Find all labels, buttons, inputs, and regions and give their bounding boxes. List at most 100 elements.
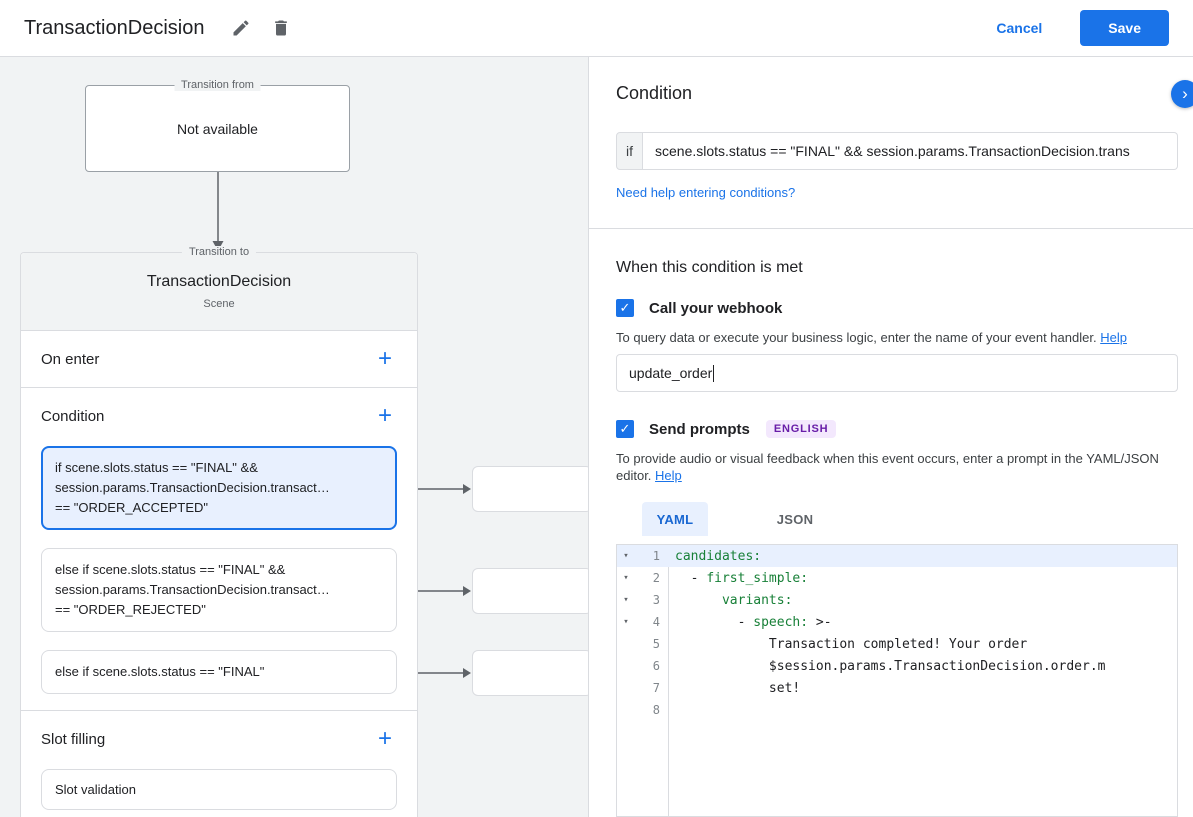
webhook-description-text: To query data or execute your business l… xyxy=(616,330,1097,345)
code-row: ▾1candidates: xyxy=(617,545,1177,567)
topbar-title-area: TransactionDecision xyxy=(24,13,306,43)
condition-section-header: Condition + xyxy=(21,388,417,444)
transition-from-box[interactable]: Transition from Not available xyxy=(85,85,350,172)
fold-toggle-icon[interactable]: ▾ xyxy=(617,595,635,605)
slot-filling-section: Slot filling + Slot validation xyxy=(21,710,417,810)
edit-title-button[interactable] xyxy=(226,13,256,43)
transition-from-value: Not available xyxy=(177,121,258,137)
transition-target-box-3[interactable] xyxy=(472,650,588,696)
prompts-help-link[interactable]: Help xyxy=(655,468,682,483)
condition-section: Condition + if scene.slots.status == "FI… xyxy=(21,387,417,710)
on-enter-section-header: On enter + xyxy=(21,331,417,387)
slot-validation-item[interactable]: Slot validation xyxy=(41,769,397,810)
code-row: 7 set! xyxy=(617,677,1177,699)
line-number: 3 xyxy=(635,593,669,607)
webhook-help-link[interactable]: Help xyxy=(1100,330,1127,345)
code-row: 8 xyxy=(617,699,1177,721)
transition-from-label: Transition from xyxy=(174,79,261,91)
panel-title: Condition xyxy=(616,83,1178,104)
add-slot-button[interactable]: + xyxy=(373,727,397,751)
slot-filling-label: Slot filling xyxy=(41,731,105,748)
webhook-checkbox-row: ✓ Call your webhook xyxy=(616,299,1178,317)
section-divider xyxy=(589,228,1193,229)
code-editor-lines: ▾1candidates:▾2 - first_simple:▾3 varian… xyxy=(617,545,1177,721)
event-handler-input[interactable]: update_order xyxy=(616,354,1178,392)
cancel-button[interactable]: Cancel xyxy=(996,20,1042,36)
prompts-description-text: To provide audio or visual feedback when… xyxy=(616,451,1159,483)
send-prompts-checkbox[interactable]: ✓ xyxy=(616,420,634,438)
topbar: TransactionDecision Cancel Save xyxy=(0,0,1193,57)
condition-expression-input[interactable]: scene.slots.status == "FINAL" && session… xyxy=(643,132,1178,170)
condition-help-row: Need help entering conditions? xyxy=(616,184,1178,202)
call-webhook-checkbox[interactable]: ✓ xyxy=(616,299,634,317)
scene-type-label: Scene xyxy=(203,298,234,310)
send-prompts-label: Send prompts xyxy=(649,421,750,438)
trash-icon xyxy=(271,18,291,38)
line-number: 2 xyxy=(635,571,669,585)
condition-expression-row: if scene.slots.status == "FINAL" && sess… xyxy=(616,132,1178,170)
scene-card-header[interactable]: TransactionDecision Scene xyxy=(21,253,417,331)
code-line-text: candidates: xyxy=(669,549,761,564)
send-prompts-checkbox-row: ✓ Send prompts ENGLISH xyxy=(616,420,1178,438)
fold-toggle-icon[interactable]: ▾ xyxy=(617,551,635,561)
add-on-enter-button[interactable]: + xyxy=(373,347,397,371)
on-enter-label: On enter xyxy=(41,351,99,368)
line-number: 8 xyxy=(635,703,669,717)
webhook-description: To query data or execute your business l… xyxy=(616,329,1178,346)
call-webhook-label: Call your webhook xyxy=(649,300,782,317)
code-row: ▾4 - speech: >- xyxy=(617,611,1177,633)
line-number: 4 xyxy=(635,615,669,629)
condition-item-final[interactable]: else if scene.slots.status == "FINAL" xyxy=(41,650,397,694)
slot-filling-section-header: Slot filling + xyxy=(21,711,417,767)
code-line-text: set! xyxy=(669,681,800,696)
code-row: ▾2 - first_simple: xyxy=(617,567,1177,589)
code-row: 5 Transaction completed! Your order xyxy=(617,633,1177,655)
language-badge: ENGLISH xyxy=(766,420,837,438)
scene-card: Transition to TransactionDecision Scene … xyxy=(20,252,418,817)
line-number: 5 xyxy=(635,637,669,651)
condition-help-link[interactable]: Need help entering conditions? xyxy=(616,185,795,200)
page-title: TransactionDecision xyxy=(24,17,204,40)
add-condition-button[interactable]: + xyxy=(373,404,397,428)
if-label: if xyxy=(616,132,643,170)
text-cursor xyxy=(713,365,714,382)
tab-json[interactable]: JSON xyxy=(762,502,828,536)
fold-toggle-icon[interactable]: ▾ xyxy=(617,573,635,583)
code-row: 6 $session.params.TransactionDecision.or… xyxy=(617,655,1177,677)
editor-format-tabs: YAML JSON xyxy=(642,502,1178,536)
line-number: 6 xyxy=(635,659,669,673)
fold-toggle-icon[interactable]: ▾ xyxy=(617,617,635,627)
tab-yaml[interactable]: YAML xyxy=(642,502,708,536)
condition-item-accepted[interactable]: if scene.slots.status == "FINAL" && sess… xyxy=(41,446,397,530)
condition-editor-panel: › Condition if scene.slots.status == "FI… xyxy=(588,57,1193,817)
collapse-panel-button[interactable]: › xyxy=(1171,80,1193,108)
save-button[interactable]: Save xyxy=(1080,10,1169,46)
transition-target-box-2[interactable] xyxy=(472,568,588,614)
code-row: ▾3 variants: xyxy=(617,589,1177,611)
when-condition-met-title: When this condition is met xyxy=(616,259,1178,277)
scene-name: TransactionDecision xyxy=(147,273,291,291)
code-line-text: $session.params.TransactionDecision.orde… xyxy=(669,659,1105,674)
code-line-text: variants: xyxy=(669,593,792,608)
condition-item-rejected[interactable]: else if scene.slots.status == "FINAL" &&… xyxy=(41,548,397,632)
checkmark-icon: ✓ xyxy=(620,300,631,316)
app-root: TransactionDecision Cancel Save xyxy=(0,0,1193,817)
scene-diagram-canvas: Transition from Not available Transition… xyxy=(0,57,588,817)
yaml-editor[interactable]: ▾1candidates:▾2 - first_simple:▾3 varian… xyxy=(616,544,1178,817)
line-number: 7 xyxy=(635,681,669,695)
topbar-actions: Cancel Save xyxy=(996,10,1169,46)
event-handler-value: update_order xyxy=(629,365,712,381)
code-line-text: Transaction completed! Your order xyxy=(669,637,1027,652)
checkmark-icon: ✓ xyxy=(620,421,631,437)
prompts-description: To provide audio or visual feedback when… xyxy=(616,450,1178,484)
transition-to-label: Transition to xyxy=(182,246,256,258)
chevron-right-icon: › xyxy=(1182,84,1188,104)
delete-scene-button[interactable] xyxy=(266,13,296,43)
condition-list: if scene.slots.status == "FINAL" && sess… xyxy=(21,444,417,710)
code-line-text: - speech: >- xyxy=(669,615,832,630)
code-line-text: - first_simple: xyxy=(669,571,808,586)
line-number: 1 xyxy=(635,549,669,563)
transition-target-box-1[interactable] xyxy=(472,466,588,512)
condition-expression-value: scene.slots.status == "FINAL" && session… xyxy=(655,143,1130,159)
condition-label: Condition xyxy=(41,408,104,425)
